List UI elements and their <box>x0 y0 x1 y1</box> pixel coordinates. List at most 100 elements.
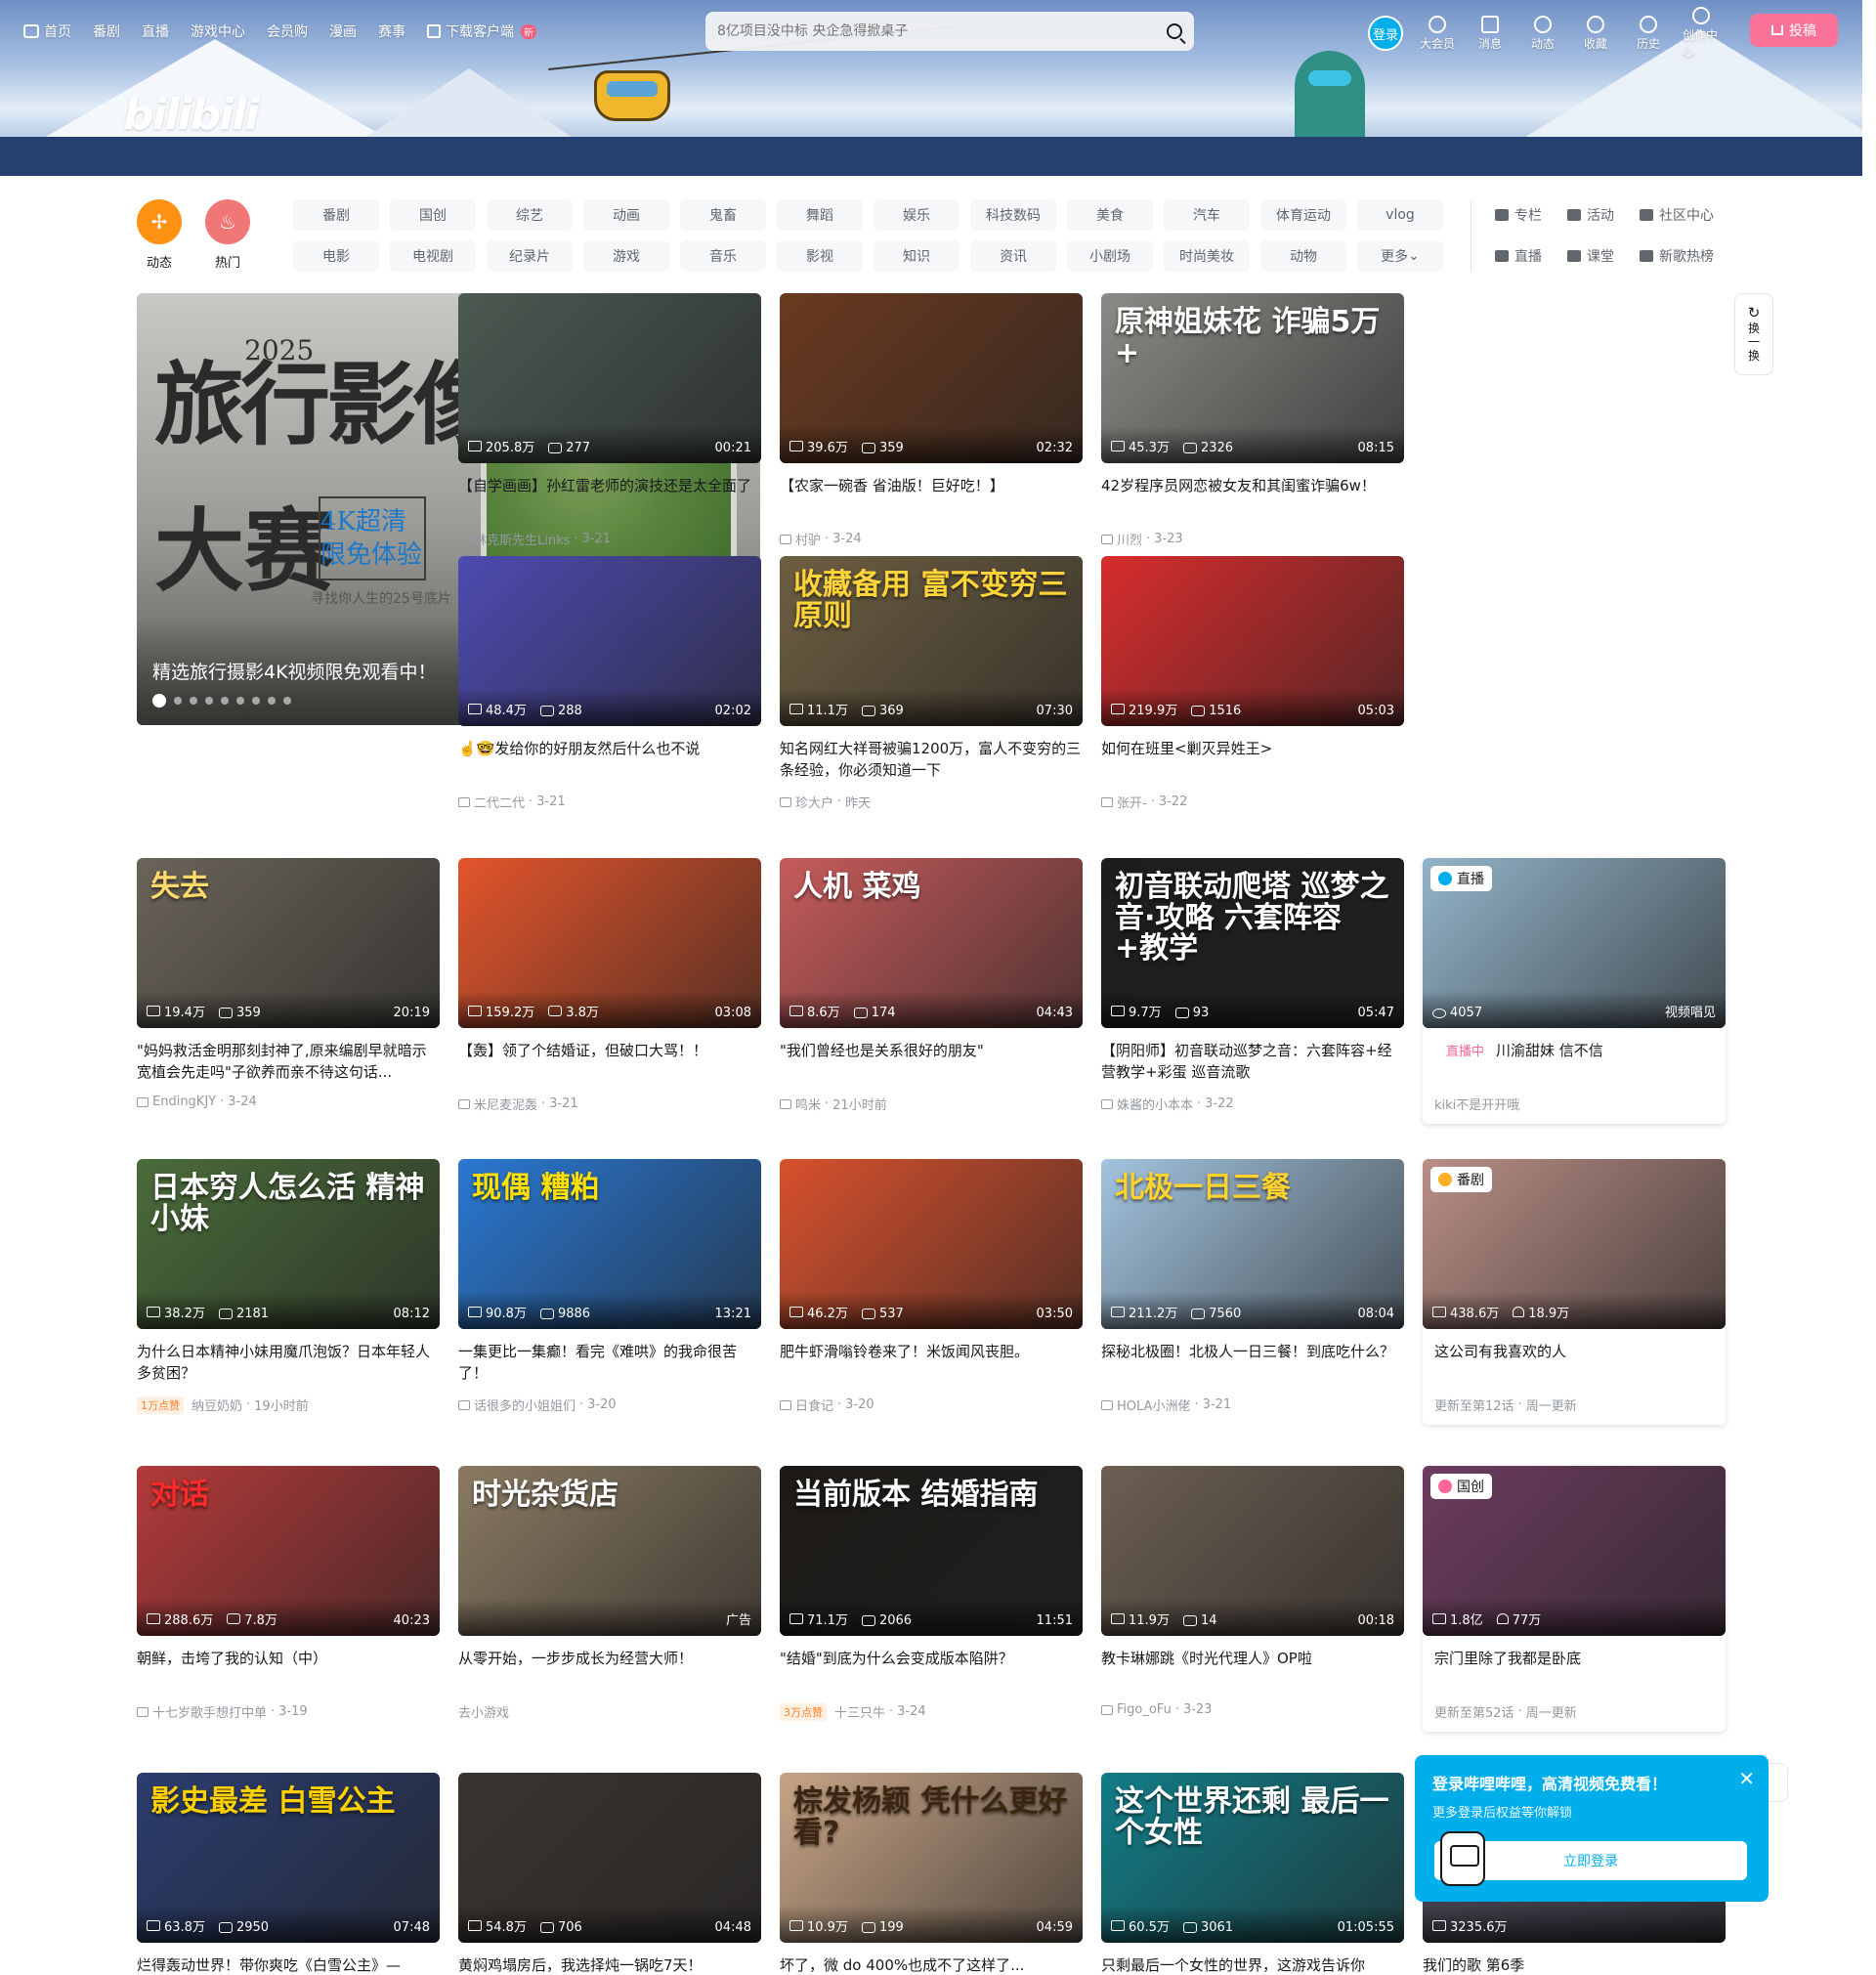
video-thumbnail[interactable]: 46.2万 537 03:50 <box>780 1159 1083 1329</box>
uploader-name[interactable]: 纳豆奶奶 <box>192 1395 242 1414</box>
video-thumbnail[interactable]: 39.6万 359 02:32 <box>780 293 1083 463</box>
video-title[interactable]: 我们的歌 第6季 <box>1423 1954 1726 1975</box>
video-thumbnail[interactable]: 219.9万 1516 05:03 <box>1101 556 1404 726</box>
video-title[interactable]: "我们曾经也是关系很好的朋友" <box>780 1040 1083 1083</box>
video-thumbnail[interactable]: 48.4万 288 02:02 <box>458 556 761 726</box>
side-link-activity[interactable]: 活动 <box>1567 199 1614 231</box>
channel-tag[interactable]: 电影 <box>293 240 379 272</box>
channel-tag[interactable]: 娱乐 <box>874 199 959 231</box>
video-thumbnail[interactable]: 日本穷人怎么活 精神小妹 38.2万 2181 08:12 <box>137 1159 440 1329</box>
uploader-name[interactable]: 二代二代 <box>474 793 525 811</box>
channel-dynamic[interactable]: ✢ 动态 <box>137 199 182 271</box>
video-thumbnail[interactable]: 影史最差 白雪公主 63.8万 2950 07:48 <box>137 1773 440 1943</box>
uploader-name[interactable]: 张开- <box>1117 793 1147 811</box>
video-title[interactable]: 朝鲜，击垮了我的认知（中） <box>137 1648 440 1691</box>
header-vip-button[interactable]: 大会员 <box>1419 15 1456 52</box>
uploader-name[interactable]: 川烈 <box>1117 530 1142 548</box>
channel-hot[interactable]: ♨ 热门 <box>205 199 250 271</box>
video-thumbnail[interactable]: 棕发杨颖 凭什么更好看? 10.9万 199 04:59 <box>780 1773 1083 1943</box>
uploader-name[interactable]: HOLA小洲佬 <box>1117 1395 1190 1414</box>
video-title[interactable]: 直播中 川渝甜妹 信不信 <box>1423 1040 1726 1083</box>
video-thumbnail[interactable]: 国创 1.8亿 77万 <box>1423 1466 1726 1636</box>
video-card[interactable]: 205.8万 277 00:21 【自学画画】孙红雷老师的演技还是太全面了 林克斯先生L… <box>458 293 761 548</box>
video-card[interactable]: 初音联动爬塔 巡梦之音·攻略 六套阵容+教学 9.7万 93 05:47 【阴阳师】初音… <box>1101 858 1404 1113</box>
video-thumbnail[interactable]: 当前版本 结婚指南 71.1万 2066 11:51 <box>780 1466 1083 1636</box>
nav-item-7[interactable]: 下载客户端新 <box>427 21 536 41</box>
channel-tag[interactable]: 动画 <box>583 199 669 231</box>
nav-item-3[interactable]: 游戏中心 <box>191 21 245 41</box>
video-thumbnail[interactable]: 北极一日三餐 211.2万 7560 08:04 <box>1101 1159 1404 1329</box>
channel-tag[interactable]: 知识 <box>874 240 959 272</box>
carousel-caption[interactable]: 精选旅行摄影4K视频限免观看中！ <box>152 658 437 684</box>
side-link-community[interactable]: 社区中心 <box>1640 199 1714 231</box>
video-title[interactable]: 【自学画画】孙红雷老师的演技还是太全面了 <box>458 475 761 518</box>
video-title[interactable]: 探秘北极圈！北极人一日三餐！到底吃什么？ <box>1101 1341 1404 1384</box>
video-title[interactable]: ☝️🤓发给你的好朋友然后什么也不说 <box>458 738 761 781</box>
carousel-dot[interactable] <box>283 697 291 705</box>
video-thumbnail[interactable]: 失去 19.4万 359 20:19 <box>137 858 440 1028</box>
video-title[interactable]: 黄焖鸡塌房后，我选择炖一锅吃7天！ <box>458 1954 761 1975</box>
uploader-name[interactable]: 姝酱的小本本 <box>1117 1095 1193 1113</box>
video-card[interactable]: 48.4万 288 02:02 ☝️🤓发给你的好朋友然后什么也不说 二代二代 · 3-21 <box>458 556 761 811</box>
channel-tag[interactable]: 鬼畜 <box>680 199 766 231</box>
video-thumbnail[interactable]: 159.2万 3.8万 03:08 <box>458 858 761 1028</box>
carousel-dot[interactable] <box>236 697 244 705</box>
channel-tag[interactable]: 汽车 <box>1164 199 1250 231</box>
channel-tag[interactable]: 更多 ⌄ <box>1357 240 1443 272</box>
video-card[interactable]: 现偶 糟粕 90.8万 9886 13:21 一集更比一集癫！看完《难哄》的我命很苦了！… <box>458 1159 761 1414</box>
video-title[interactable]: 只剩最后一个女性的世界，这游戏告诉你 <box>1101 1954 1404 1975</box>
uploader-name[interactable]: 十三只牛 <box>834 1702 885 1721</box>
video-card[interactable]: 46.2万 537 03:50 肥牛虾滑嗡铃卷来了！米饭闻风丧胆。 日食记 · 3-20 <box>780 1159 1083 1414</box>
channel-tag[interactable]: 舞蹈 <box>777 199 863 231</box>
search-icon[interactable] <box>1167 23 1182 39</box>
nav-item-0[interactable]: 首页 <box>23 21 71 41</box>
video-title[interactable]: 宗门里除了我都是卧底 <box>1423 1648 1726 1691</box>
channel-tag[interactable]: 音乐 <box>680 240 766 272</box>
video-thumbnail[interactable]: 现偶 糟粕 90.8万 9886 13:21 <box>458 1159 761 1329</box>
channel-tag[interactable]: 国创 <box>390 199 476 231</box>
channel-tag[interactable]: 动物 <box>1260 240 1346 272</box>
video-thumbnail[interactable]: 205.8万 277 00:21 <box>458 293 761 463</box>
video-title[interactable]: 【农家一碗香 省油版！巨好吃！】 <box>780 475 1083 518</box>
header-favorite-button[interactable]: 收藏 <box>1577 15 1614 52</box>
carousel-dot[interactable] <box>190 697 197 705</box>
channel-tag[interactable]: 小剧场 <box>1067 240 1153 272</box>
side-link-chart[interactable]: 新歌热榜 <box>1640 240 1714 272</box>
video-thumbnail[interactable]: 时光杂货店 广告 <box>458 1466 761 1636</box>
carousel-dot[interactable] <box>152 694 166 708</box>
channel-tag[interactable]: 游戏 <box>583 240 669 272</box>
search-input[interactable] <box>717 16 1167 47</box>
uploader-name[interactable]: 米尼麦泥轰 <box>474 1095 537 1113</box>
video-card[interactable]: 对话 288.6万 7.8万 40:23 朝鲜，击垮了我的认知（中） 十七岁歌手想打中单 ·… <box>137 1466 440 1721</box>
video-title[interactable]: 这公司有我喜欢的人 <box>1423 1341 1726 1384</box>
video-title[interactable]: 教卡琳娜跳《时光代理人》OP啦 <box>1101 1648 1404 1691</box>
video-card[interactable]: 时光杂货店 广告 从零开始，一步步成长为经营大师！ 去小游戏 <box>458 1466 761 1721</box>
video-card[interactable]: 这个世界还剩 最后一个女性 60.5万 3061 01:05:55 只剩最后一个女性的世… <box>1101 1773 1404 1975</box>
video-title[interactable]: 【轰】领了个结婚证，但破口大骂！！ <box>458 1040 761 1083</box>
uploader-name[interactable]: 去小游戏 <box>458 1702 509 1721</box>
channel-tag[interactable]: vlog <box>1357 199 1443 231</box>
uploader-name[interactable]: EndingKJY <box>152 1095 216 1109</box>
header-message-button[interactable]: 消息 <box>1471 15 1509 52</box>
video-title[interactable]: 如何在班里<剿灭异姓王> <box>1101 738 1404 781</box>
channel-tag[interactable]: 电视剧 <box>390 240 476 272</box>
video-title[interactable]: 肥牛虾滑嗡铃卷来了！米饭闻风丧胆。 <box>780 1341 1083 1384</box>
video-card[interactable]: 159.2万 3.8万 03:08 【轰】领了个结婚证，但破口大骂！！ 米尼麦泥轰 · 3-… <box>458 858 761 1113</box>
video-card[interactable]: 原神姐妹花 诈骗5万+ 45.3万 2326 08:15 42岁程序员网恋被女友和其闺蜜… <box>1101 293 1404 548</box>
uploader-name[interactable]: 更新至第12话 <box>1434 1395 1514 1414</box>
uploader-name[interactable]: 十七岁歌手想打中单 <box>152 1702 267 1721</box>
video-thumbnail[interactable]: 11.9万 14 00:18 <box>1101 1466 1404 1636</box>
channel-tag[interactable]: 资讯 <box>970 240 1056 272</box>
channel-tag[interactable]: 影视 <box>777 240 863 272</box>
video-title[interactable]: 知名网红大祥哥被骗1200万，富人不变穷的三条经验，你必须知道一下 <box>780 738 1083 781</box>
nav-item-5[interactable]: 漫画 <box>329 21 357 41</box>
video-card[interactable]: 北极一日三餐 211.2万 7560 08:04 探秘北极圈！北极人一日三餐！到底吃什么… <box>1101 1159 1404 1414</box>
carousel-dot[interactable] <box>221 697 229 705</box>
video-thumbnail[interactable]: 人机 菜鸡 8.6万 174 04:43 <box>780 858 1083 1028</box>
video-card[interactable]: 当前版本 结婚指南 71.1万 2066 11:51 "结婚"到底为什么会变成版本陷阱？… <box>780 1466 1083 1721</box>
uploader-name[interactable]: kiki不是开开哦 <box>1434 1095 1519 1113</box>
video-thumbnail[interactable]: 原神姐妹花 诈骗5万+ 45.3万 2326 08:15 <box>1101 293 1404 463</box>
uploader-name[interactable]: 话很多的小姐姐们 <box>474 1395 576 1414</box>
carousel-dot[interactable] <box>174 697 182 705</box>
video-card[interactable]: 人机 菜鸡 8.6万 174 04:43 "我们曾经也是关系很好的朋友" 鸣米 · 21小时前 <box>780 858 1083 1113</box>
